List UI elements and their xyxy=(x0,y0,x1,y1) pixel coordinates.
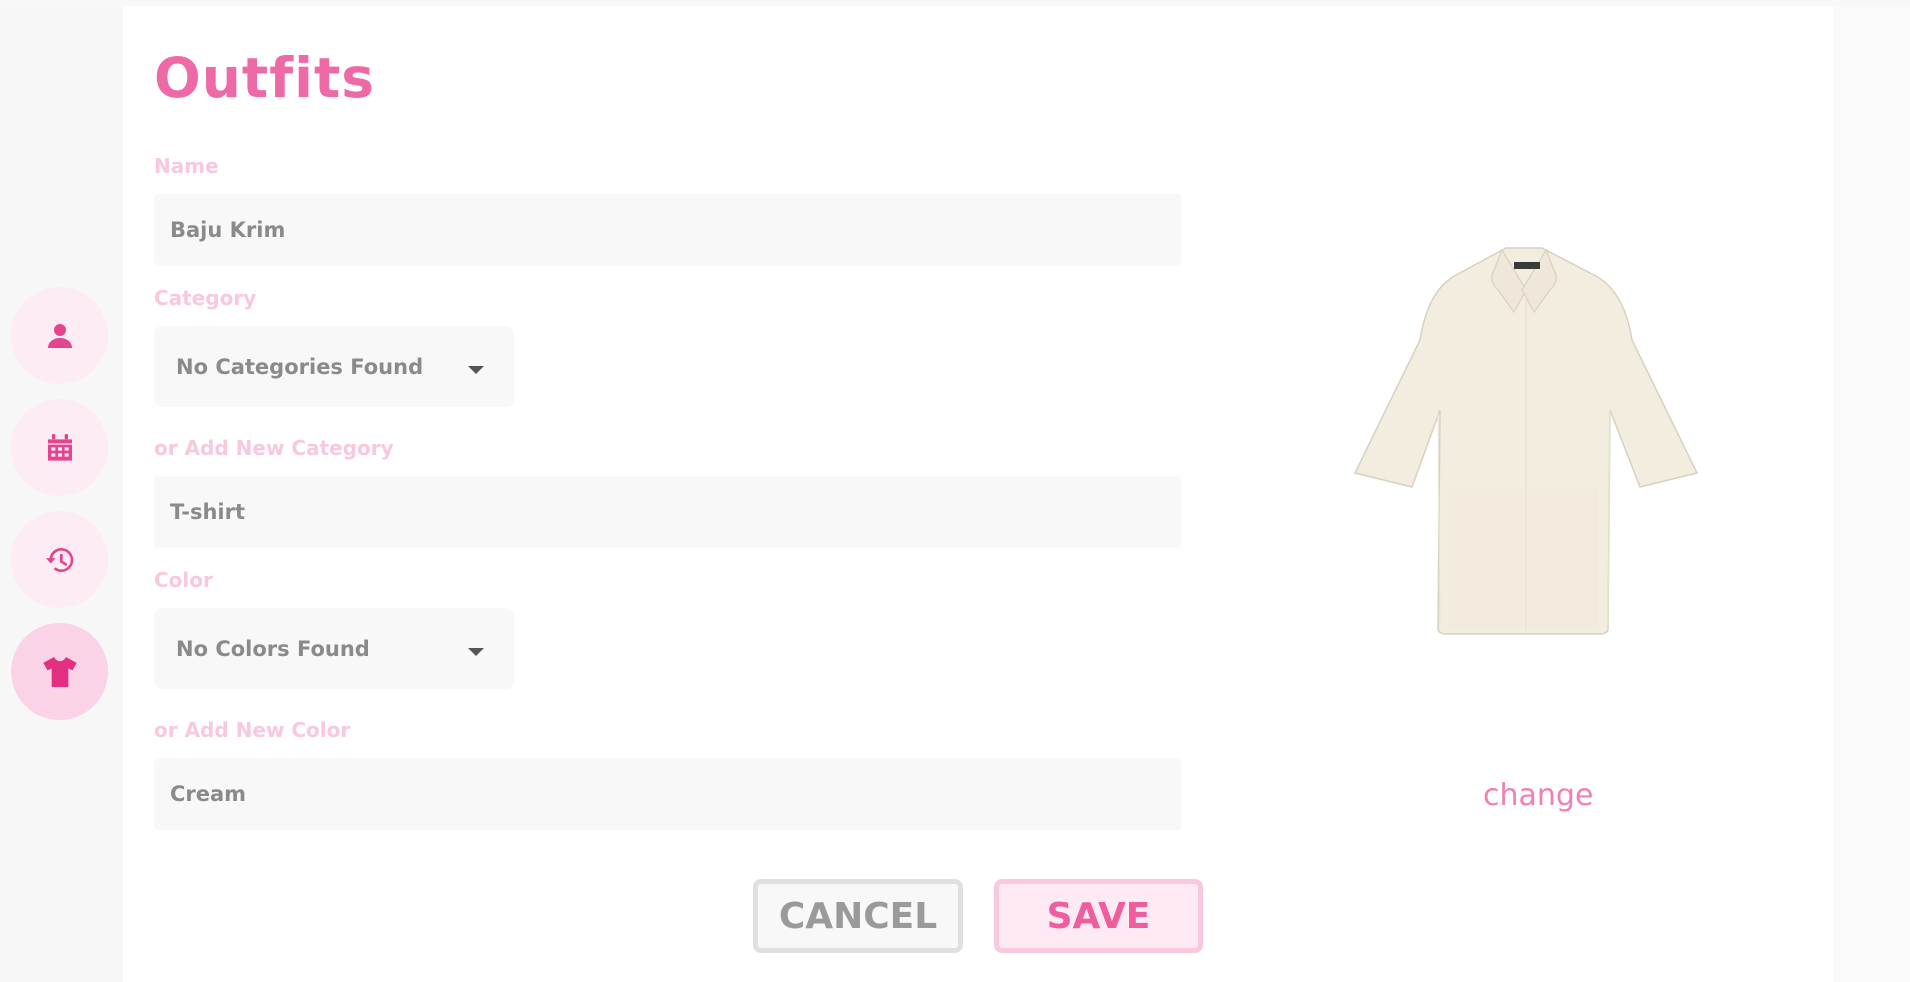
cancel-button[interactable]: CANCEL xyxy=(753,879,963,953)
shirt-image xyxy=(1353,247,1699,635)
user-icon xyxy=(47,323,72,348)
name-label: Name xyxy=(154,154,219,178)
nav-profile-button[interactable] xyxy=(11,287,108,384)
new-color-input[interactable] xyxy=(154,758,1181,830)
name-input[interactable] xyxy=(154,194,1181,266)
change-image-link[interactable]: change xyxy=(1483,778,1593,813)
new-color-label: or Add New Color xyxy=(154,718,351,742)
category-select[interactable]: No Categories Found xyxy=(154,326,514,407)
right-margin xyxy=(1833,6,1910,982)
new-category-label: or Add New Category xyxy=(154,436,394,460)
color-select[interactable]: No Colors Found xyxy=(154,608,514,689)
caret-down-icon xyxy=(468,365,484,374)
nav-history-button[interactable] xyxy=(11,511,108,608)
sidebar xyxy=(0,6,123,982)
save-button[interactable]: SAVE xyxy=(994,879,1203,953)
calendar-icon xyxy=(47,433,72,461)
history-icon xyxy=(45,547,73,572)
outfit-image-preview xyxy=(1340,230,1740,650)
tshirt-icon xyxy=(42,656,77,687)
nav-calendar-button[interactable] xyxy=(11,399,108,496)
color-label: Color xyxy=(154,568,213,592)
new-category-input[interactable] xyxy=(154,476,1181,548)
caret-down-icon xyxy=(468,647,484,656)
color-select-value: No Colors Found xyxy=(176,636,370,661)
page-title: Outfits xyxy=(154,46,376,110)
category-select-value: No Categories Found xyxy=(176,354,424,379)
category-label: Category xyxy=(154,286,257,310)
nav-outfits-button[interactable] xyxy=(11,623,108,720)
